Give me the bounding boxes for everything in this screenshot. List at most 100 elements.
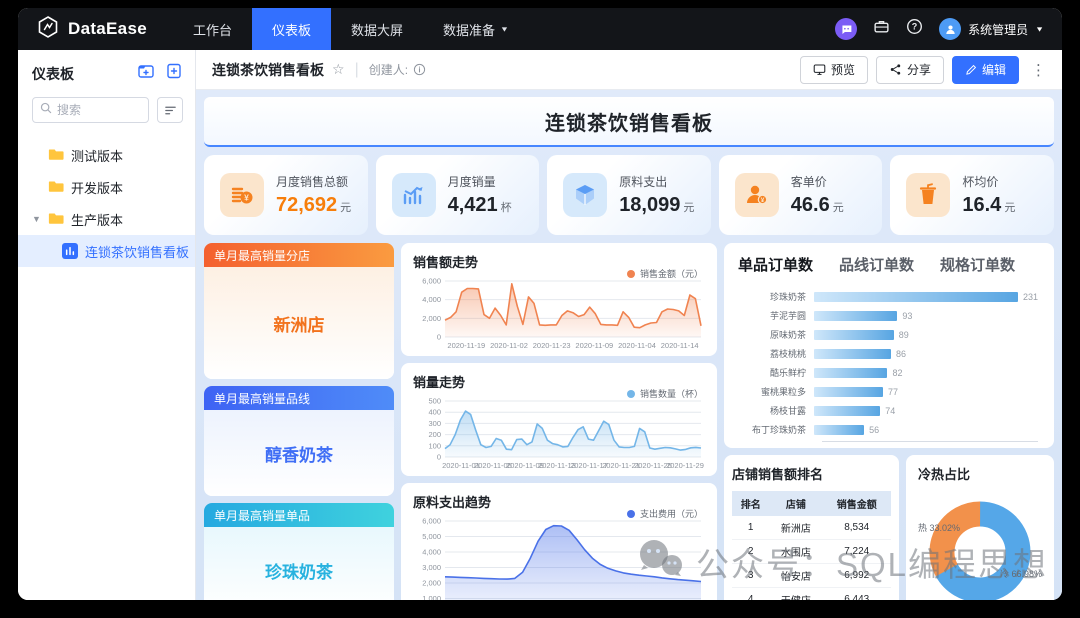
kpi-card-4[interactable]: 杯均价16.4元 — [890, 155, 1054, 235]
search-input[interactable] — [32, 97, 149, 123]
highlight-card-title: 单月最高销量品线 — [204, 386, 394, 410]
table-title: 店铺销售额排名 — [732, 467, 823, 482]
customer-icon: ¥ — [735, 173, 779, 217]
navbar-right: ? 系统管理员 ▼ — [835, 8, 1062, 50]
chevron-down-icon: ▼ — [1035, 25, 1044, 33]
right-column: 单品订单数 品线订单数 规格订单数 珍珠奶茶231芋泥芋圆93原味奶茶89荔枝桃桃8… — [724, 243, 1054, 600]
dashboard-item-icon — [62, 243, 78, 259]
nav-item-1[interactable]: 仪表板 — [252, 8, 331, 50]
material-cost-trend-chart[interactable]: 原料支出趋势 支出费用（元） 01,0002,0003,0004,0005,00… — [401, 483, 717, 600]
chart-title: 销量走势 — [413, 375, 465, 390]
kpi-label: 杯均价 — [962, 173, 1015, 190]
kpi-row: ¥ 月度销售总额 72,692元 月度销量 4,421杯 原料支出 18,099元 ¥客单价4… — [204, 155, 1054, 235]
svg-text:2,000: 2,000 — [422, 314, 441, 323]
kpi-label: 月度销售总额 — [276, 173, 351, 190]
trend-column: 销售额走势 销售金额（元） 02,0004,0006,0002020-11-19… — [401, 243, 717, 600]
bar-row: 荔枝桃桃86 — [736, 344, 1038, 363]
more-options-icon[interactable]: ⋮ — [1027, 61, 1050, 79]
svg-text:?: ? — [912, 22, 918, 32]
banner-title: 连锁茶饮销售看板 — [545, 107, 713, 136]
highlight-card-2[interactable]: 单月最高销量单品珍珠奶茶 — [204, 503, 394, 600]
table-row: 1新洲店8,534 — [732, 516, 891, 540]
app-window: DataEase 工作台仪表板数据大屏数据准备▼ ? 系统管理员 ▼ — [18, 8, 1062, 600]
sales-qty-trend-chart[interactable]: 销量走势 销售数量（杯） 01002003004005002020-11-012… — [401, 363, 717, 476]
kpi-value: 4,421杯 — [448, 194, 512, 217]
nav-item-0[interactable]: 工作台 — [173, 8, 252, 50]
dashboard-toolbar: 连锁茶饮销售看板 ☆ | 创建人: 预览 分享 — [196, 50, 1062, 90]
caret-down-icon: ▼ — [32, 214, 41, 224]
help-icon[interactable]: ? — [906, 18, 923, 40]
folder-icon — [48, 147, 64, 164]
order-tab-2[interactable]: 规格订单数 — [940, 254, 1015, 275]
highlight-card-0[interactable]: 单月最高销量分店新洲店 — [204, 243, 394, 379]
kpi-card-1[interactable]: 月度销量 4,421杯 — [376, 155, 540, 235]
svg-text:4,000: 4,000 — [422, 548, 441, 557]
tree-folder-2[interactable]: ▼生产版本 — [18, 203, 195, 235]
nav-item-3[interactable]: 数据准备▼ — [423, 8, 529, 50]
svg-text:2020-11-02: 2020-11-02 — [490, 341, 528, 350]
new-dashboard-icon[interactable] — [165, 62, 183, 85]
trend-icon — [392, 173, 436, 217]
svg-text:2020-11-23: 2020-11-23 — [533, 341, 571, 350]
svg-text:1,000: 1,000 — [422, 594, 441, 600]
kpi-card-3[interactable]: ¥客单价46.6元 — [719, 155, 883, 235]
highlight-card-title: 单月最高销量单品 — [204, 503, 394, 527]
nav-item-2[interactable]: 数据大屏 — [331, 8, 423, 50]
kpi-card-0[interactable]: ¥ 月度销售总额 72,692元 — [204, 155, 368, 235]
brand-logo[interactable]: DataEase — [18, 8, 173, 50]
assistant-icon[interactable] — [835, 18, 857, 40]
new-folder-icon[interactable] — [137, 62, 155, 85]
cube-icon — [563, 173, 607, 217]
sidebar: 仪表板 — [18, 50, 196, 600]
store-rank-card[interactable]: 店铺销售额排名 排名店铺销售金额 1新洲店8,5342水围店7,2243怡安店6… — [724, 455, 899, 600]
favorite-star-icon[interactable]: ☆ — [332, 61, 345, 78]
svg-text:4,000: 4,000 — [422, 295, 441, 304]
svg-text:2020-11-19: 2020-11-19 — [447, 341, 485, 350]
toolbox-icon[interactable] — [873, 18, 890, 40]
svg-text:0: 0 — [437, 333, 441, 342]
preview-button[interactable]: 预览 — [800, 56, 868, 84]
bar-axis — [822, 441, 1038, 442]
pencil-icon — [965, 64, 977, 76]
svg-text:2020-11-04: 2020-11-04 — [618, 341, 656, 350]
svg-text:2020-11-14: 2020-11-14 — [661, 341, 699, 350]
dashboard-canvas: 连锁茶饮销售看板 ¥ 月度销售总额 72,692元 月度销量 4,421杯 原料支出 18,… — [196, 90, 1062, 600]
tree-leaf-selected[interactable]: 连锁茶饮销售看板 — [18, 235, 195, 267]
kpi-label: 原料支出 — [619, 173, 694, 190]
tree-folder-1[interactable]: 开发版本 — [18, 171, 195, 203]
tree-folder-0[interactable]: 测试版本 — [18, 139, 195, 171]
dataease-logo-icon — [36, 15, 60, 44]
avatar — [939, 18, 961, 40]
svg-text:¥: ¥ — [244, 193, 249, 203]
share-button[interactable]: 分享 — [876, 56, 944, 84]
table-row: 4天健店6,443 — [732, 588, 891, 601]
bar-row: 杨枝甘露74 — [736, 401, 1038, 420]
highlight-card-value: 新洲店 — [204, 267, 394, 379]
share-icon — [889, 63, 902, 76]
user-menu[interactable]: 系统管理员 ▼ — [939, 18, 1044, 40]
svg-text:400: 400 — [428, 408, 441, 417]
highlight-column: 单月最高销量分店新洲店单月最高销量品线醇香奶茶单月最高销量单品珍珠奶茶单月最高销… — [204, 243, 394, 600]
edit-button[interactable]: 编辑 — [952, 56, 1019, 84]
bar-row: 酷乐鲜柠82 — [736, 363, 1038, 382]
highlight-card-title: 单月最高销量分店 — [204, 243, 394, 267]
svg-text:500: 500 — [428, 397, 441, 406]
kpi-card-2[interactable]: 原料支出 18,099元 — [547, 155, 711, 235]
kpi-label: 月度销量 — [448, 173, 512, 190]
sort-icon[interactable] — [157, 97, 183, 123]
sales-amount-trend-chart[interactable]: 销售额走势 销售金额（元） 02,0004,0006,0002020-11-19… — [401, 243, 717, 356]
hot-cold-ratio-card[interactable]: 冷热占比 热 33.02%冷 66.98% 冷热 — [906, 455, 1054, 600]
monitor-icon — [813, 63, 826, 76]
highlight-card-1[interactable]: 单月最高销量品线醇香奶茶 — [204, 386, 394, 496]
svg-text:5,000: 5,000 — [422, 532, 441, 541]
order-tab-1[interactable]: 品线订单数 — [839, 254, 914, 275]
bar-row: 蜜桃果粒多77 — [736, 382, 1038, 401]
item-orders-bar-chart: 珍珠奶茶231芋泥芋圆93原味奶茶89荔枝桃桃86酷乐鲜柠82蜜桃果粒多77杨枝… — [736, 283, 1042, 442]
sidebar-title: 仪表板 — [32, 64, 137, 84]
coins-icon: ¥ — [220, 173, 264, 217]
kpi-value: 72,692元 — [276, 194, 351, 217]
kpi-value: 18,099元 — [619, 194, 694, 217]
order-count-card[interactable]: 单品订单数 品线订单数 规格订单数 珍珠奶茶231芋泥芋圆93原味奶茶89荔枝桃桃8… — [724, 243, 1054, 448]
order-tab-0[interactable]: 单品订单数 — [738, 254, 813, 275]
folder-icon — [48, 179, 64, 196]
